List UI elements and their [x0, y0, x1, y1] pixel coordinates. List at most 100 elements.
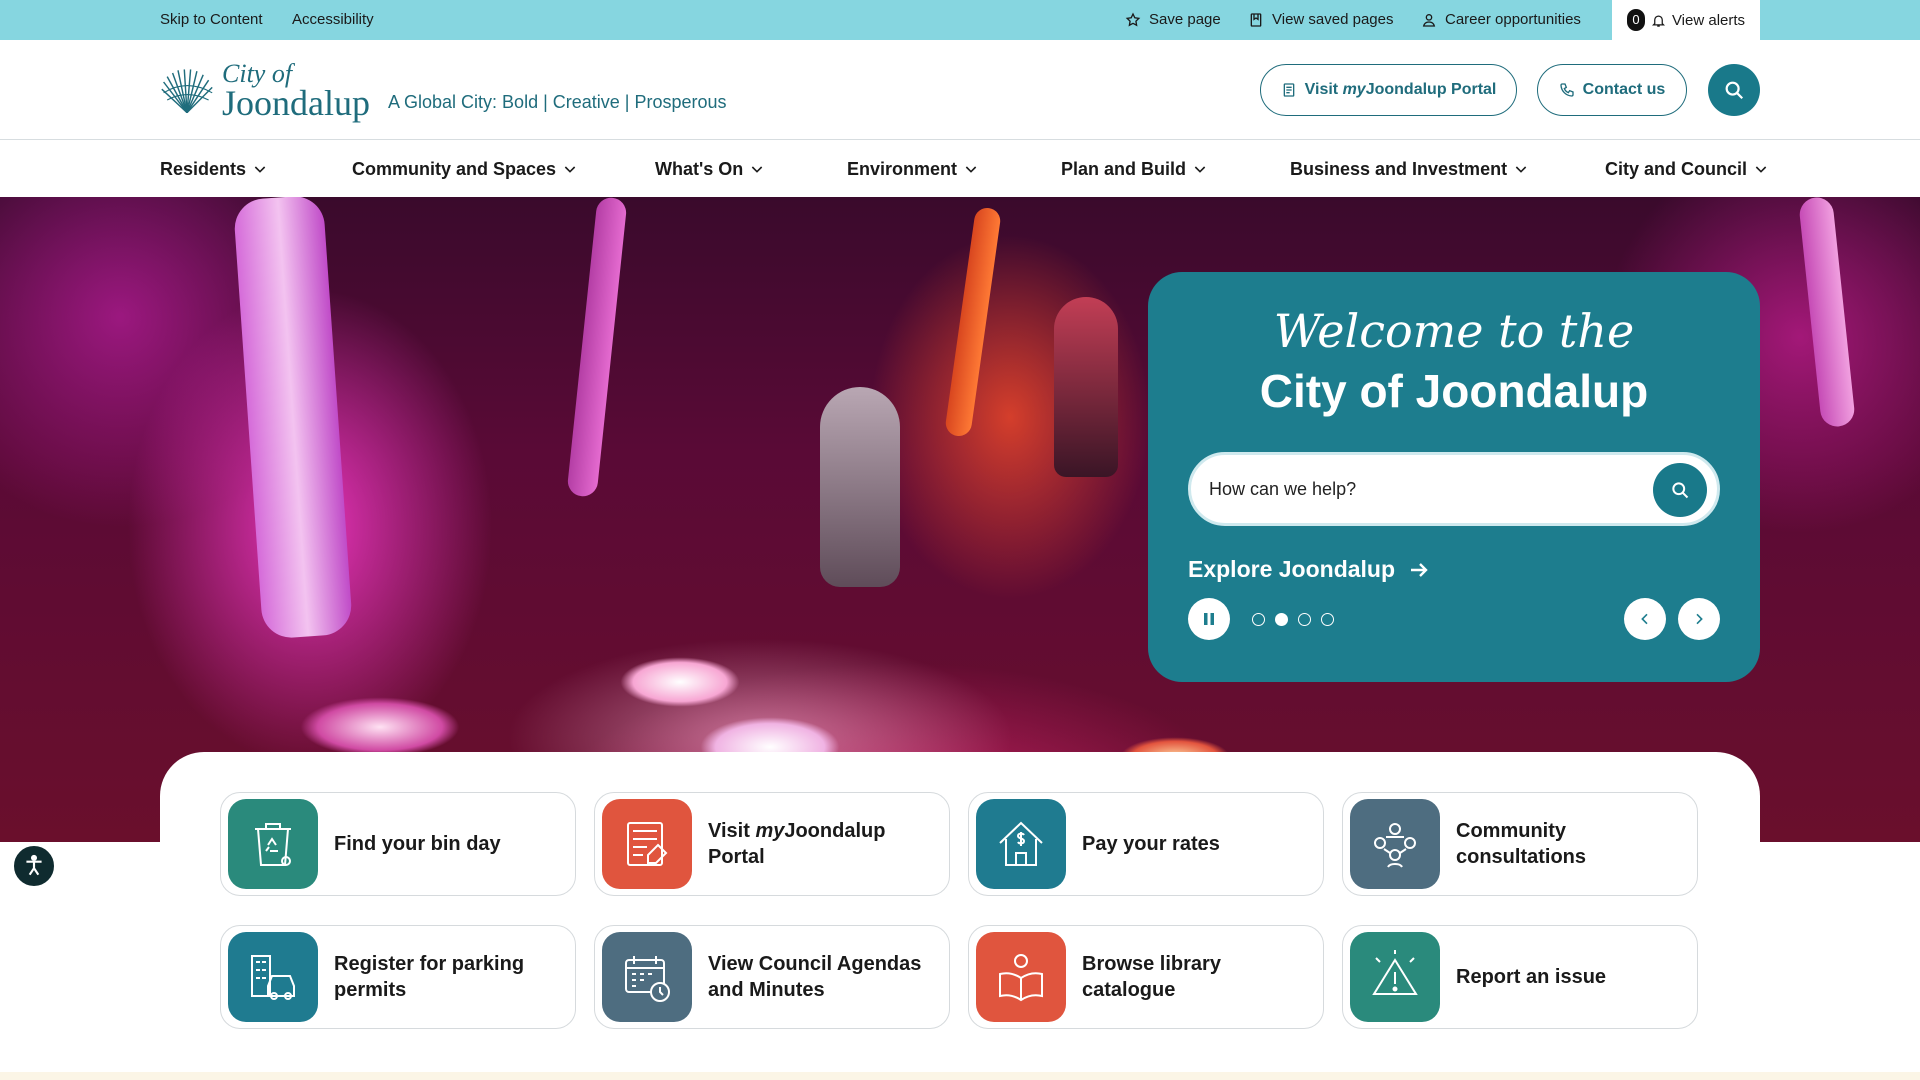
hero-search-box: [1188, 452, 1720, 526]
star-icon: [1125, 12, 1141, 27]
parking-car-icon: [251, 955, 295, 1000]
quick-link-parking-permits[interactable]: Register for parking permits: [220, 925, 576, 1029]
nav-label: What's On: [655, 159, 744, 179]
carousel-dot-3[interactable]: [1298, 613, 1311, 626]
nav-label: Business and Investment: [1290, 159, 1508, 179]
welcome-card: Welcome to the City of Joondalup Explore…: [1148, 272, 1760, 682]
welcome-title: City of Joondalup: [1259, 365, 1649, 417]
portal-brand: my: [1342, 81, 1366, 98]
quick-link-label: Register for parking permits: [334, 953, 525, 1001]
view-alerts-button[interactable]: 0 View alerts: [1612, 0, 1760, 40]
reader-book-icon: [999, 954, 1043, 1002]
chevron-down-icon: [1515, 166, 1527, 173]
quick-link-consultations[interactable]: Community consultations: [1342, 792, 1698, 896]
quick-links-panel: Find your bin day Visit myJoondalup Port…: [160, 752, 1760, 1080]
house-dollar-icon: [999, 821, 1043, 866]
quick-icon-bg: [228, 932, 318, 1022]
carousel-dots: [1252, 613, 1334, 626]
portal-form-icon: [627, 822, 668, 866]
hero-person-silhouette: [820, 387, 900, 587]
arrow-right-icon: [1411, 562, 1428, 577]
quick-link-label: Visit myJoondalup Portal: [708, 818, 949, 870]
accessibility-link[interactable]: Accessibility: [292, 0, 374, 40]
hero-tree-trunk: [566, 197, 628, 498]
quick-link-label: Community consultations: [1456, 820, 1587, 868]
site-header: City of Joondalup A Global City: Bold | …: [0, 40, 1920, 140]
pause-icon: [1204, 613, 1214, 625]
carousel-next-button[interactable]: [1678, 598, 1720, 640]
skip-to-content-link[interactable]: Skip to Content: [160, 0, 263, 40]
accessibility-tool-button[interactable]: [12, 844, 56, 888]
chevron-down-icon: [965, 166, 977, 173]
warning-triangle-icon: [1372, 950, 1418, 995]
hero-person-silhouette: [1054, 297, 1118, 477]
chevron-right-icon: [1696, 613, 1703, 625]
nav-label: Community and Spaces: [352, 159, 557, 179]
save-page-link[interactable]: Save page: [1125, 0, 1221, 40]
alerts-count-badge: 0: [1626, 9, 1645, 31]
carousel-pause-button[interactable]: [1188, 598, 1230, 640]
main-navigation: Residents Community and Spaces What's On…: [0, 141, 1920, 197]
chevron-down-icon: [752, 166, 763, 173]
calendar-clock-icon: [625, 956, 670, 1002]
quick-link-portal[interactable]: Visit myJoondalup Portal: [594, 792, 950, 896]
accessibility-icon: [26, 854, 42, 876]
carousel-prev-button[interactable]: [1624, 598, 1666, 640]
quick-icon-bg: [602, 932, 692, 1022]
quick-link-council-agendas[interactable]: View Council Agendas and Minutes: [594, 925, 950, 1029]
logo-line2: Joondalup: [222, 83, 370, 123]
saved-pages-icon: [1250, 13, 1262, 27]
nav-whats-on[interactable]: What's On: [655, 141, 765, 197]
contact-label: Contact us: [1582, 81, 1666, 98]
header-search-button[interactable]: [1708, 64, 1760, 116]
tagline: A Global City: Bold | Creative | Prosper…: [388, 92, 727, 112]
quick-link-report-issue[interactable]: Report an issue: [1342, 925, 1698, 1029]
hero-tree-trunk: [232, 197, 354, 640]
portal-icon: [1283, 83, 1294, 97]
quick-link-bin-day[interactable]: Find your bin day: [220, 792, 576, 896]
city-logo[interactable]: City of Joondalup: [160, 60, 370, 122]
nav-plan-and-build[interactable]: Plan and Build: [1061, 141, 1208, 197]
nav-residents[interactable]: Residents: [160, 141, 268, 197]
chevron-down-icon: [564, 166, 576, 173]
quick-icon-bg: [228, 799, 318, 889]
footer-cream-strip: [0, 1072, 1920, 1080]
quick-link-pay-rates[interactable]: Pay your rates: [968, 792, 1324, 896]
nav-city-and-council[interactable]: City and Council: [1605, 141, 1769, 197]
portal-prefix: Visit: [1304, 81, 1343, 98]
career-opportunities-link[interactable]: Career opportunities: [1421, 0, 1581, 40]
explore-joondalup-link[interactable]: Explore Joondalup: [1188, 556, 1431, 583]
accessibility-label: Accessibility: [292, 11, 374, 28]
carousel-dot-1[interactable]: [1252, 613, 1265, 626]
phone-icon: [1559, 83, 1574, 97]
quick-icon-bg: [976, 932, 1066, 1022]
hero-search-button[interactable]: [1653, 463, 1707, 517]
quick-icon-bg: [602, 799, 692, 889]
hero-search-input[interactable]: [1209, 455, 1629, 523]
quick-link-label: View Council Agendas and Minutes: [708, 953, 922, 1001]
carousel-dot-4[interactable]: [1321, 613, 1334, 626]
logo-wordmark: City of Joondalup: [222, 61, 370, 123]
carousel-dot-2[interactable]: [1275, 613, 1288, 626]
quick-link-label: Find your bin day: [334, 833, 501, 855]
nav-environment[interactable]: Environment: [847, 141, 979, 197]
chevron-down-icon: [1194, 166, 1206, 173]
contact-us-button[interactable]: Contact us: [1537, 64, 1687, 116]
utility-bar: Skip to Content Accessibility Save page …: [0, 0, 1920, 40]
view-saved-pages-link[interactable]: View saved pages: [1248, 0, 1393, 40]
chevron-down-icon: [254, 166, 266, 173]
nav-business-and-investment[interactable]: Business and Investment: [1290, 141, 1529, 197]
quick-icon-bg: [976, 799, 1066, 889]
community-group-icon: [1374, 823, 1416, 868]
nav-label: City and Council: [1605, 159, 1748, 179]
quick-link-label: Pay your rates: [1082, 833, 1220, 855]
hero-light-flower: [620, 657, 740, 707]
hero-tree-trunk: [944, 206, 1002, 438]
hero-tree-trunk: [1798, 197, 1856, 429]
quick-link-library-catalogue[interactable]: Browse library catalogue: [968, 925, 1324, 1029]
portal-card-prefix: Visit: [708, 820, 756, 842]
visit-portal-button[interactable]: Visit myJoondalup Portal: [1260, 64, 1517, 116]
hero-light-flower: [300, 697, 460, 757]
skip-label: Skip to Content: [160, 11, 263, 28]
nav-community-and-spaces[interactable]: Community and Spaces: [352, 141, 578, 197]
